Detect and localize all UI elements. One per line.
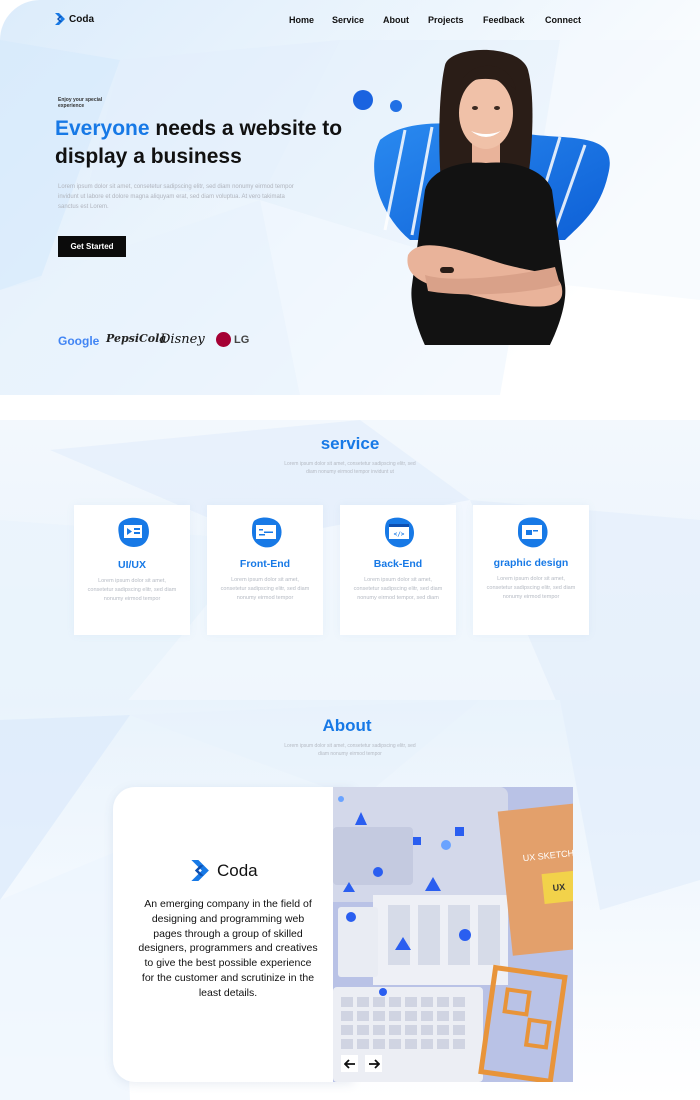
hero-headline: Everyone needs a website to display a bu…	[55, 115, 365, 171]
nav-feedback-link[interactable]: Feedback	[483, 15, 525, 25]
lg-circle-icon	[216, 332, 231, 347]
about-logo: Coda	[190, 860, 258, 881]
photo-label-ux: UX	[552, 882, 565, 893]
about-workspace-photo: UX SKETCH UX	[333, 787, 573, 1082]
lg-logo-text: LG	[234, 333, 250, 346]
nav-connect-link[interactable]: Connect	[545, 15, 581, 25]
service-card-title: Back-End	[373, 558, 423, 570]
hero-woman-illustration	[353, 49, 610, 345]
arrow-right-icon	[368, 1058, 380, 1069]
service-card-title: Front-End	[239, 558, 291, 570]
service-card-ui-ux[interactable]: UI/UX Lorem ipsum dolor sit amet, conset…	[74, 505, 190, 635]
brand-logo-text: Coda	[69, 13, 94, 25]
bubble-small-icon	[390, 100, 402, 112]
carousel-next-button[interactable]	[365, 1055, 382, 1072]
ui-ux-icon	[118, 517, 149, 547]
service-card-graphic-design[interactable]: graphic design Lorem ipsum dolor sit ame…	[473, 505, 589, 635]
bubble-large-icon	[353, 90, 373, 110]
service-card-back-end[interactable]: </> Back-End Lorem ipsum dolor sit amet,…	[340, 505, 456, 635]
service-card-title: graphic design	[493, 557, 569, 569]
lg-logo: LG	[216, 332, 249, 347]
workspace-photo-image: UX SKETCH UX	[333, 787, 573, 1082]
page: Coda Home Service About Projects Feedbac…	[0, 0, 700, 1100]
service-card-text: Lorem ipsum dolor sit amet, consetetur s…	[87, 578, 177, 602]
nav-about-link[interactable]: About	[383, 15, 409, 25]
carousel-prev-button[interactable]	[341, 1055, 358, 1072]
service-title: service	[320, 434, 380, 453]
coda-logo-icon	[55, 13, 65, 25]
service-card-front-end[interactable]: Front-End Lorem ipsum dolor sit amet, co…	[207, 505, 323, 635]
coda-logo-icon	[191, 860, 209, 881]
nav-home-link[interactable]: Home	[289, 15, 314, 25]
graphic-design-icon	[518, 517, 548, 548]
service-card-text: Lorem ipsum dolor sit amet, consetetur s…	[353, 577, 443, 601]
about-description: An emerging company in the field of desi…	[138, 898, 318, 999]
hero-eyebrow: Enjoy your special experience	[58, 97, 103, 109]
nav-projects-link[interactable]: Projects	[428, 15, 464, 25]
back-end-icon: </>	[385, 517, 414, 548]
service-card-title: UI/UX	[117, 559, 146, 571]
service-subtitle: Lorem ipsum dolor sit amet, consetetur s…	[284, 461, 416, 475]
front-end-icon	[252, 517, 282, 548]
disney-logo: Disney	[160, 332, 205, 347]
about-title: About	[322, 716, 372, 735]
service-card-text: Lorem ipsum dolor sit amet, consetetur s…	[486, 576, 576, 600]
hero-headline-accent: Everyone	[55, 117, 150, 140]
nav-service-link[interactable]: Service	[332, 15, 364, 25]
hero-description: Lorem ipsum dolor sit amet, consetetur s…	[58, 184, 294, 210]
svg-text:</>: </>	[394, 531, 405, 538]
google-logo: Google	[58, 334, 100, 348]
service-card-text: Lorem ipsum dolor sit amet, consetetur s…	[220, 577, 310, 601]
about-logo-text: Coda	[217, 860, 258, 880]
get-started-button[interactable]: Get Started	[58, 236, 126, 257]
about-subtitle: Lorem ipsum dolor sit amet, consetetur s…	[284, 743, 416, 757]
arrow-left-icon	[343, 1058, 355, 1069]
top-navigation: Coda Home Service About Projects Feedbac…	[0, 0, 700, 40]
pepsicola-logo: PepsiCola	[106, 332, 167, 345]
brand-logo[interactable]: Coda	[55, 13, 94, 25]
